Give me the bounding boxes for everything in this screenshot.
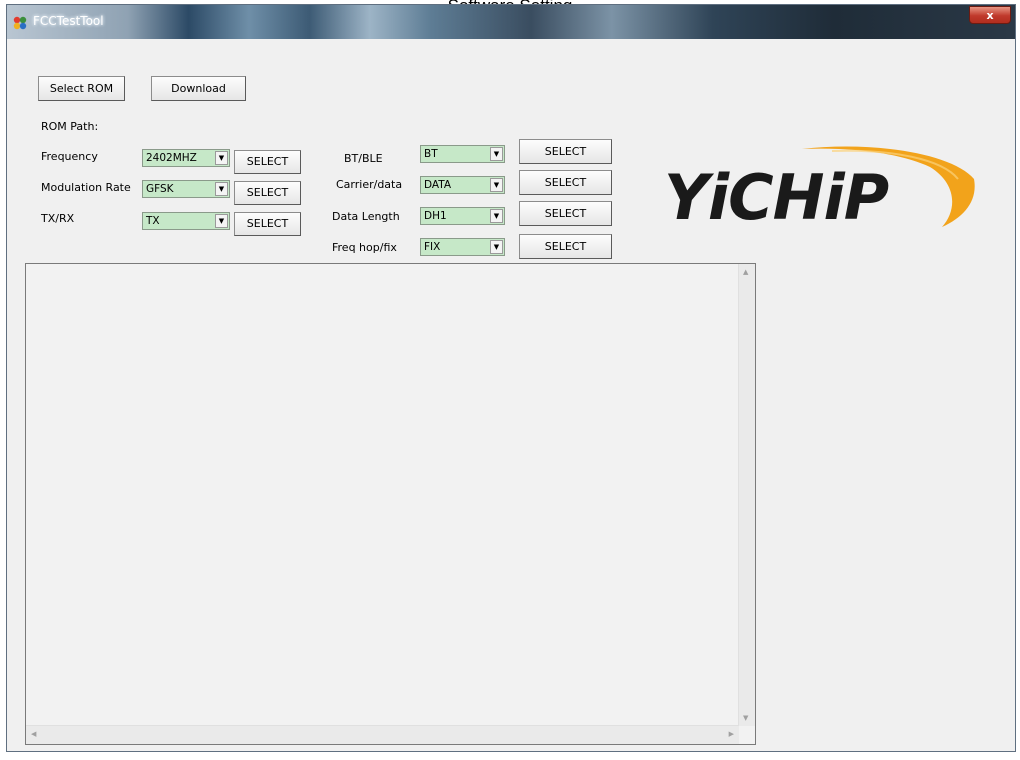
- scroll-left-icon[interactable]: ◀: [31, 730, 36, 738]
- frequency-value: 2402MHZ: [146, 152, 197, 164]
- bt-ble-select[interactable]: BT ▼: [420, 145, 505, 163]
- log-output-textarea[interactable]: ▲ ▼ ◀ ▶: [25, 263, 756, 745]
- freq-hop-fix-label: Freq hop/fix: [332, 241, 397, 254]
- close-button[interactable]: x: [969, 6, 1011, 24]
- txrx-select[interactable]: TX ▼: [142, 212, 230, 230]
- bt-ble-select-button[interactable]: SELECT: [519, 139, 612, 164]
- carrier-data-select-button[interactable]: SELECT: [519, 170, 612, 195]
- app-icon: [13, 16, 27, 30]
- rom-path-label: ROM Path:: [41, 120, 99, 133]
- scroll-up-icon[interactable]: ▲: [743, 268, 748, 276]
- modulation-rate-value: GFSK: [146, 183, 174, 195]
- bt-ble-value: BT: [424, 148, 438, 160]
- freq-hop-fix-select[interactable]: FIX ▼: [420, 238, 505, 256]
- txrx-value: TX: [146, 215, 160, 227]
- frequency-label: Frequency: [41, 150, 98, 163]
- app-window: FCCTestTool x Select ROM Download ROM Pa…: [6, 4, 1016, 752]
- chevron-down-icon[interactable]: ▼: [215, 182, 228, 196]
- vertical-scrollbar[interactable]: ▲ ▼: [738, 264, 755, 726]
- chevron-down-icon[interactable]: ▼: [490, 147, 503, 161]
- carrier-data-select[interactable]: DATA ▼: [420, 176, 505, 194]
- scroll-down-icon[interactable]: ▼: [743, 714, 748, 722]
- chevron-down-icon[interactable]: ▼: [215, 214, 228, 228]
- data-length-select-button[interactable]: SELECT: [519, 201, 612, 226]
- data-length-label: Data Length: [332, 210, 400, 223]
- select-rom-button[interactable]: Select ROM: [38, 76, 125, 101]
- chevron-down-icon[interactable]: ▼: [215, 151, 228, 165]
- title-bar[interactable]: FCCTestTool x: [7, 5, 1015, 39]
- yichip-logo: YiCHiP: [664, 146, 975, 234]
- data-length-value: DH1: [424, 210, 447, 222]
- freq-hop-fix-value: FIX: [424, 241, 441, 253]
- bt-ble-label: BT/BLE: [344, 152, 383, 165]
- scroll-right-icon[interactable]: ▶: [729, 730, 734, 738]
- freq-hop-fix-select-button[interactable]: SELECT: [519, 234, 612, 259]
- window-title: FCCTestTool: [33, 14, 104, 28]
- modulation-rate-label: Modulation Rate: [41, 181, 131, 194]
- download-button[interactable]: Download: [151, 76, 246, 101]
- chevron-down-icon[interactable]: ▼: [490, 240, 503, 254]
- txrx-label: TX/RX: [41, 212, 75, 225]
- chevron-down-icon[interactable]: ▼: [490, 209, 503, 223]
- frequency-select-button[interactable]: SELECT: [234, 150, 301, 174]
- logo-text: YiCHiP: [664, 161, 889, 234]
- modulation-rate-select-button[interactable]: SELECT: [234, 181, 301, 205]
- modulation-rate-select[interactable]: GFSK ▼: [142, 180, 230, 198]
- frequency-select[interactable]: 2402MHZ ▼: [142, 149, 230, 167]
- horizontal-scrollbar[interactable]: ◀ ▶: [26, 725, 739, 744]
- data-length-select[interactable]: DH1 ▼: [420, 207, 505, 225]
- carrier-data-value: DATA: [424, 179, 452, 191]
- chevron-down-icon[interactable]: ▼: [490, 178, 503, 192]
- close-icon: x: [986, 9, 994, 22]
- txrx-select-button[interactable]: SELECT: [234, 212, 301, 236]
- carrier-data-label: Carrier/data: [336, 178, 403, 191]
